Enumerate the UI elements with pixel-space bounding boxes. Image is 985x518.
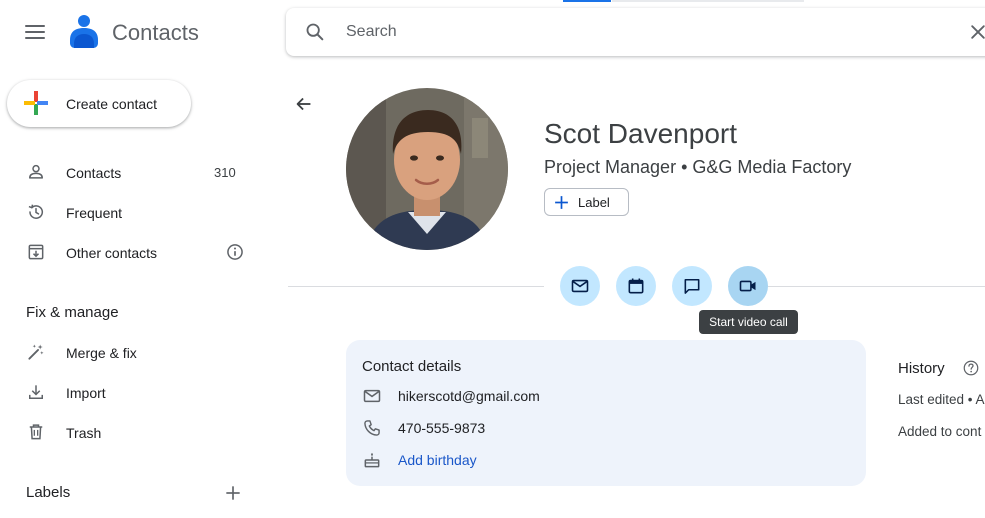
- person-icon: [29, 164, 43, 179]
- fix-manage-heading: Fix & manage: [26, 304, 119, 321]
- create-contact-button[interactable]: Create contact: [7, 80, 191, 127]
- plus-icon: [555, 196, 568, 209]
- contacts-count: 310: [214, 165, 236, 180]
- history-added: Added to cont: [898, 424, 982, 439]
- info-icon[interactable]: [225, 242, 245, 262]
- add-label-button[interactable]: Label: [544, 188, 629, 216]
- close-icon[interactable]: [968, 22, 985, 42]
- search-icon[interactable]: [304, 21, 326, 43]
- sidebar-item-frequent[interactable]: Frequent: [0, 194, 260, 230]
- magic-wand-icon: [28, 344, 44, 360]
- sidebar-item-label: Merge & fix: [66, 345, 137, 361]
- search-input[interactable]: [346, 20, 906, 44]
- contact-job-company: Project Manager • G&G Media Factory: [544, 157, 852, 177]
- plus-multicolor-icon: [24, 91, 48, 115]
- sidebar-item-other-contacts[interactable]: Other contacts: [0, 234, 260, 270]
- phone-value[interactable]: 470-555-9873: [398, 420, 485, 436]
- top-divider-stripe: [612, 0, 804, 2]
- history-panel: History Last edited • A Added to cont: [898, 358, 985, 468]
- sidebar-item-import[interactable]: Import: [0, 374, 260, 410]
- email-icon: [571, 279, 589, 293]
- history-last-edited: Last edited • A: [898, 392, 985, 407]
- cake-icon: [364, 452, 380, 468]
- sidebar-item-contacts[interactable]: Contacts 310: [0, 154, 260, 190]
- contact-name: Scot Davenport: [544, 118, 737, 149]
- label-button-text: Label: [578, 195, 610, 210]
- add-birthday-link[interactable]: Add birthday: [398, 452, 477, 468]
- send-message-button[interactable]: [672, 266, 712, 306]
- chat-icon: [684, 278, 700, 294]
- labels-heading: Labels: [26, 484, 71, 501]
- send-email-button[interactable]: [560, 266, 600, 306]
- sidebar-item-label: Contacts: [66, 165, 122, 181]
- add-label-icon[interactable]: [223, 483, 243, 503]
- contact-details-card: Contact details hikerscotd@gmail.com 470…: [346, 340, 866, 486]
- email-icon: [363, 389, 381, 403]
- trash-icon: [29, 424, 43, 440]
- history-icon: [28, 204, 44, 219]
- download-icon: [29, 385, 43, 399]
- create-contact-label: Create contact: [66, 96, 158, 112]
- history-heading: History: [898, 360, 945, 377]
- sidebar-item-merge-fix[interactable]: Merge & fix: [0, 334, 260, 370]
- sidebar-item-label: Frequent: [66, 205, 123, 221]
- sidebar-item-label: Trash: [66, 425, 102, 441]
- contact-avatar: [346, 88, 508, 250]
- help-icon[interactable]: [962, 359, 980, 377]
- start-video-call-button[interactable]: [728, 266, 768, 306]
- contact-details-heading: Contact details: [362, 358, 462, 375]
- contacts-logo-icon: [70, 15, 98, 48]
- video-call-icon: [739, 280, 756, 292]
- top-accent-stripe: [563, 0, 611, 2]
- archive-download-icon: [28, 244, 44, 260]
- app-title: Contacts: [112, 20, 199, 45]
- main-menu-icon[interactable]: [25, 25, 45, 39]
- sidebar-item-trash[interactable]: Trash: [0, 414, 260, 450]
- sidebar-item-label: Import: [66, 385, 106, 401]
- calendar-icon: [628, 278, 644, 294]
- schedule-event-button[interactable]: [616, 266, 656, 306]
- phone-icon: [364, 420, 380, 436]
- search-bar[interactable]: [286, 8, 985, 56]
- video-call-tooltip: Start video call: [699, 310, 798, 334]
- actions-divider-right: [768, 286, 985, 287]
- actions-divider-left: [288, 286, 544, 287]
- back-arrow-icon[interactable]: [293, 93, 315, 115]
- email-value[interactable]: hikerscotd@gmail.com: [398, 388, 540, 404]
- sidebar-item-label: Other contacts: [66, 245, 158, 261]
